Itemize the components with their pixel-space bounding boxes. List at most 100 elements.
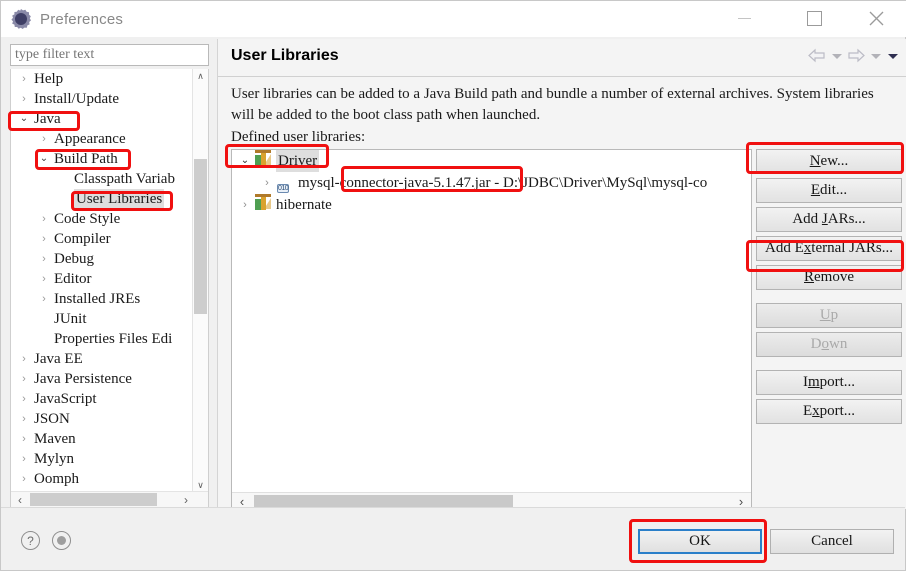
preferences-tree[interactable]: › Help › Install/Update ⌄ Java › Appearance ⌄ Bui… bbox=[10, 69, 209, 509]
sidebar-item-properties-files-edi[interactable]: Properties Files Edi bbox=[11, 329, 194, 349]
sidebar-item-java-persistence[interactable]: › Java Persistence bbox=[11, 369, 194, 389]
library-tree-row[interactable]: › 010 mysql-connector-java-5.1.47.jar - D:… bbox=[232, 172, 751, 194]
title-bar: Preferences bbox=[1, 1, 906, 37]
forward-arrow-icon[interactable] bbox=[847, 48, 865, 64]
library-icon bbox=[255, 150, 271, 169]
add-external-jars-button[interactable]: Add External JARs... bbox=[756, 236, 902, 261]
sidebar-item-java-ee[interactable]: › Java EE bbox=[11, 349, 194, 369]
chevron-right-icon[interactable]: › bbox=[37, 209, 51, 229]
minimize-button[interactable] bbox=[721, 1, 767, 35]
library-row-label: Driver bbox=[276, 150, 320, 172]
button-label: Up bbox=[819, 307, 839, 323]
sidebar-item-javascript[interactable]: › JavaScript bbox=[11, 389, 194, 409]
chevron-right-icon[interactable]: › bbox=[17, 369, 31, 389]
edit-button[interactable]: Edit... bbox=[756, 178, 902, 203]
user-libraries-tree[interactable]: ⌄ Driver › 010 mysql-connector-java-5.1.47.j… bbox=[231, 149, 752, 512]
maximize-button[interactable] bbox=[791, 1, 837, 35]
library-action-buttons: New... Edit... Add JARs... Add External JAR… bbox=[756, 149, 902, 428]
up-button: Up bbox=[756, 303, 902, 328]
sidebar-item-installed-jres[interactable]: › Installed JREs bbox=[11, 289, 194, 309]
sidebar-item-label: JSON bbox=[34, 411, 70, 427]
library-tree-row[interactable]: ⌄ Driver bbox=[232, 150, 751, 172]
chevron-right-icon[interactable]: › bbox=[37, 289, 51, 309]
scroll-up-icon[interactable]: ∧ bbox=[193, 69, 208, 84]
sidebar-item-junit[interactable]: JUnit bbox=[11, 309, 194, 329]
tree-vertical-scrollbar[interactable]: ∧ ∨ bbox=[192, 69, 208, 493]
sidebar-item-help[interactable]: › Help bbox=[11, 69, 194, 89]
status-dot-icon bbox=[52, 531, 71, 550]
chevron-right-icon[interactable]: › bbox=[260, 172, 274, 194]
sidebar-item-classpath-variab[interactable]: Classpath Variab bbox=[11, 169, 194, 189]
chevron-right-icon[interactable]: › bbox=[17, 449, 31, 469]
sidebar-item-code-style[interactable]: › Code Style bbox=[11, 209, 194, 229]
sidebar-item-editor[interactable]: › Editor bbox=[11, 269, 194, 289]
scroll-thumb-horizontal[interactable] bbox=[30, 493, 157, 506]
scroll-left-icon[interactable]: ‹ bbox=[11, 492, 29, 507]
chevron-right-icon[interactable]: › bbox=[238, 194, 252, 216]
chevron-right-icon[interactable]: › bbox=[17, 469, 31, 489]
chevron-right-icon[interactable]: › bbox=[37, 269, 51, 289]
sidebar-item-oomph[interactable]: › Oomph bbox=[11, 469, 194, 489]
view-menu-chevron-down-icon[interactable] bbox=[886, 48, 899, 64]
defined-libraries-label: Defined user libraries: bbox=[231, 129, 366, 145]
sidebar-item-user-libraries[interactable]: User Libraries bbox=[11, 189, 194, 209]
chevron-right-icon[interactable]: › bbox=[37, 129, 51, 149]
export-button[interactable]: Export... bbox=[756, 399, 902, 424]
close-button[interactable] bbox=[853, 1, 899, 35]
sidebar-item-label: Editor bbox=[54, 271, 92, 287]
chevron-down-icon[interactable]: ⌄ bbox=[37, 149, 51, 169]
gear-icon bbox=[11, 9, 31, 29]
chevron-right-icon[interactable]: › bbox=[37, 229, 51, 249]
chevron-right-icon[interactable]: › bbox=[37, 249, 51, 269]
help-button[interactable]: ? bbox=[21, 531, 41, 551]
sidebar-item-label: Oomph bbox=[34, 471, 79, 487]
ok-button[interactable]: OK bbox=[638, 529, 762, 554]
sidebar-item-label: Build Path bbox=[54, 151, 118, 167]
add-jars-button[interactable]: Add JARs... bbox=[756, 207, 902, 232]
sidebar-item-label: User Libraries bbox=[74, 189, 165, 209]
remove-button[interactable]: Remove bbox=[756, 265, 902, 290]
back-arrow-icon[interactable] bbox=[808, 48, 826, 64]
new-button[interactable]: New... bbox=[756, 149, 902, 174]
tree-horizontal-scrollbar[interactable]: ‹ › bbox=[11, 491, 208, 508]
maximize-icon bbox=[806, 10, 822, 26]
chevron-right-icon[interactable]: › bbox=[17, 409, 31, 429]
chevron-right-icon[interactable]: › bbox=[17, 69, 31, 89]
page-header: User Libraries bbox=[218, 39, 906, 77]
chevron-right-icon[interactable]: › bbox=[17, 349, 31, 369]
sidebar-item-compiler[interactable]: › Compiler bbox=[11, 229, 194, 249]
status-button[interactable] bbox=[52, 531, 72, 551]
chevron-down-icon[interactable]: ⌄ bbox=[238, 150, 252, 172]
chevron-right-icon[interactable]: › bbox=[17, 429, 31, 449]
chevron-right-icon[interactable]: › bbox=[17, 389, 31, 409]
sidebar-item-java[interactable]: ⌄ Java bbox=[11, 109, 194, 129]
window-title: Preferences bbox=[40, 10, 124, 28]
library-tree-row[interactable]: › hibernate bbox=[232, 194, 751, 216]
sidebar-item-build-path[interactable]: ⌄ Build Path bbox=[11, 149, 194, 169]
sidebar-item-debug[interactable]: › Debug bbox=[11, 249, 194, 269]
back-history-chevron-down-icon[interactable] bbox=[830, 48, 843, 64]
chevron-right-icon[interactable]: › bbox=[17, 89, 31, 109]
import-button[interactable]: Import... bbox=[756, 370, 902, 395]
search-input[interactable] bbox=[10, 44, 209, 66]
filter-field-wrapper bbox=[10, 44, 209, 66]
page-panel: User Libraries User libraries can be add… bbox=[217, 39, 906, 512]
preferences-dialog: Preferences ›Help›Install/Update⌄Java›Ap… bbox=[0, 0, 906, 571]
sidebar-item-json[interactable]: › JSON bbox=[11, 409, 194, 429]
cancel-button[interactable]: Cancel bbox=[770, 529, 894, 554]
button-label: Import... bbox=[802, 374, 856, 390]
sidebar-item-label: Install/Update bbox=[34, 91, 119, 107]
scroll-thumb-vertical[interactable] bbox=[194, 159, 207, 314]
chevron-down-icon[interactable]: ⌄ bbox=[17, 109, 31, 129]
sidebar-item-label: JavaScript bbox=[34, 391, 97, 407]
button-group-spacer bbox=[756, 294, 902, 303]
sidebar-item-appearance[interactable]: › Appearance bbox=[11, 129, 194, 149]
sidebar-item-install-update[interactable]: › Install/Update bbox=[11, 89, 194, 109]
sidebar-item-maven[interactable]: › Maven bbox=[11, 429, 194, 449]
sidebar-item-label: Debug bbox=[54, 251, 94, 267]
sidebar-item-mylyn[interactable]: › Mylyn bbox=[11, 449, 194, 469]
close-icon bbox=[869, 11, 883, 25]
scroll-right-icon[interactable]: › bbox=[177, 492, 195, 507]
user-libraries-list: ⌄ Driver › 010 mysql-connector-java-5.1.47.j… bbox=[232, 150, 751, 216]
forward-history-chevron-down-icon[interactable] bbox=[869, 48, 882, 64]
